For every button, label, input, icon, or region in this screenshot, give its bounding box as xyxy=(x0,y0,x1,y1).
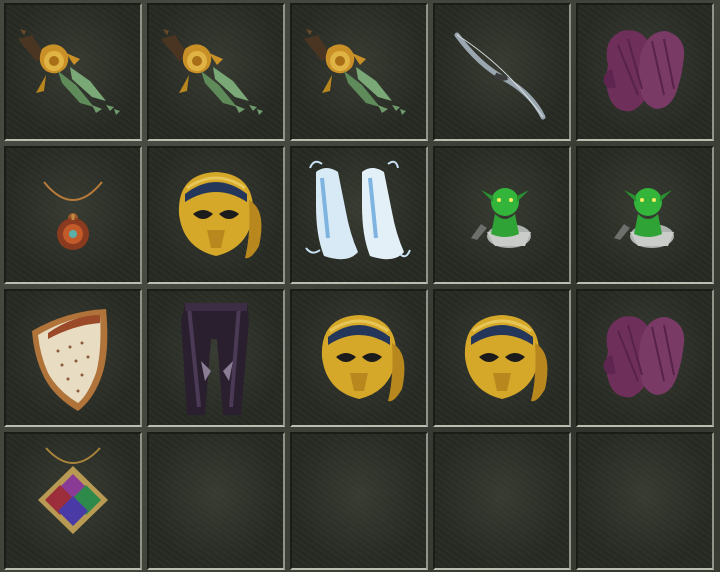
leggings-icon[interactable] xyxy=(149,291,283,425)
helmet-icon[interactable] xyxy=(149,148,283,282)
inventory-slot[interactable] xyxy=(576,146,714,284)
inventory-slot[interactable] xyxy=(290,432,428,570)
inventory-slot[interactable] xyxy=(433,289,571,427)
sword-icon[interactable] xyxy=(6,5,140,139)
inventory-slot[interactable] xyxy=(433,146,571,284)
inventory-slot[interactable] xyxy=(4,289,142,427)
inventory-slot[interactable] xyxy=(290,289,428,427)
inventory-slot[interactable] xyxy=(576,3,714,141)
inventory-slot[interactable] xyxy=(147,432,285,570)
inventory-slot[interactable] xyxy=(147,289,285,427)
sword-icon[interactable] xyxy=(292,5,426,139)
amulet-icon[interactable] xyxy=(6,148,140,282)
inventory-slot[interactable] xyxy=(4,146,142,284)
inventory-slot[interactable] xyxy=(147,3,285,141)
helmet-icon[interactable] xyxy=(435,291,569,425)
gem-pendant-icon[interactable] xyxy=(6,434,140,568)
shield-icon[interactable] xyxy=(6,291,140,425)
boots-icon[interactable] xyxy=(292,148,426,282)
inventory-slot[interactable] xyxy=(4,432,142,570)
inventory-slot[interactable] xyxy=(433,3,571,141)
sword-icon[interactable] xyxy=(149,5,283,139)
inventory-slot[interactable] xyxy=(147,146,285,284)
inventory-slot[interactable] xyxy=(576,289,714,427)
goblin-figure-icon[interactable] xyxy=(578,148,712,282)
gauntlets-icon[interactable] xyxy=(578,5,712,139)
inventory-slot[interactable] xyxy=(290,146,428,284)
goblin-figure-icon[interactable] xyxy=(435,148,569,282)
inventory-slot[interactable] xyxy=(433,432,571,570)
inventory-slot[interactable] xyxy=(4,3,142,141)
inventory-slot[interactable] xyxy=(576,432,714,570)
bow-icon[interactable] xyxy=(435,5,569,139)
inventory-slot[interactable] xyxy=(290,3,428,141)
inventory-grid xyxy=(0,0,720,572)
gauntlets-icon[interactable] xyxy=(578,291,712,425)
helmet-icon[interactable] xyxy=(292,291,426,425)
